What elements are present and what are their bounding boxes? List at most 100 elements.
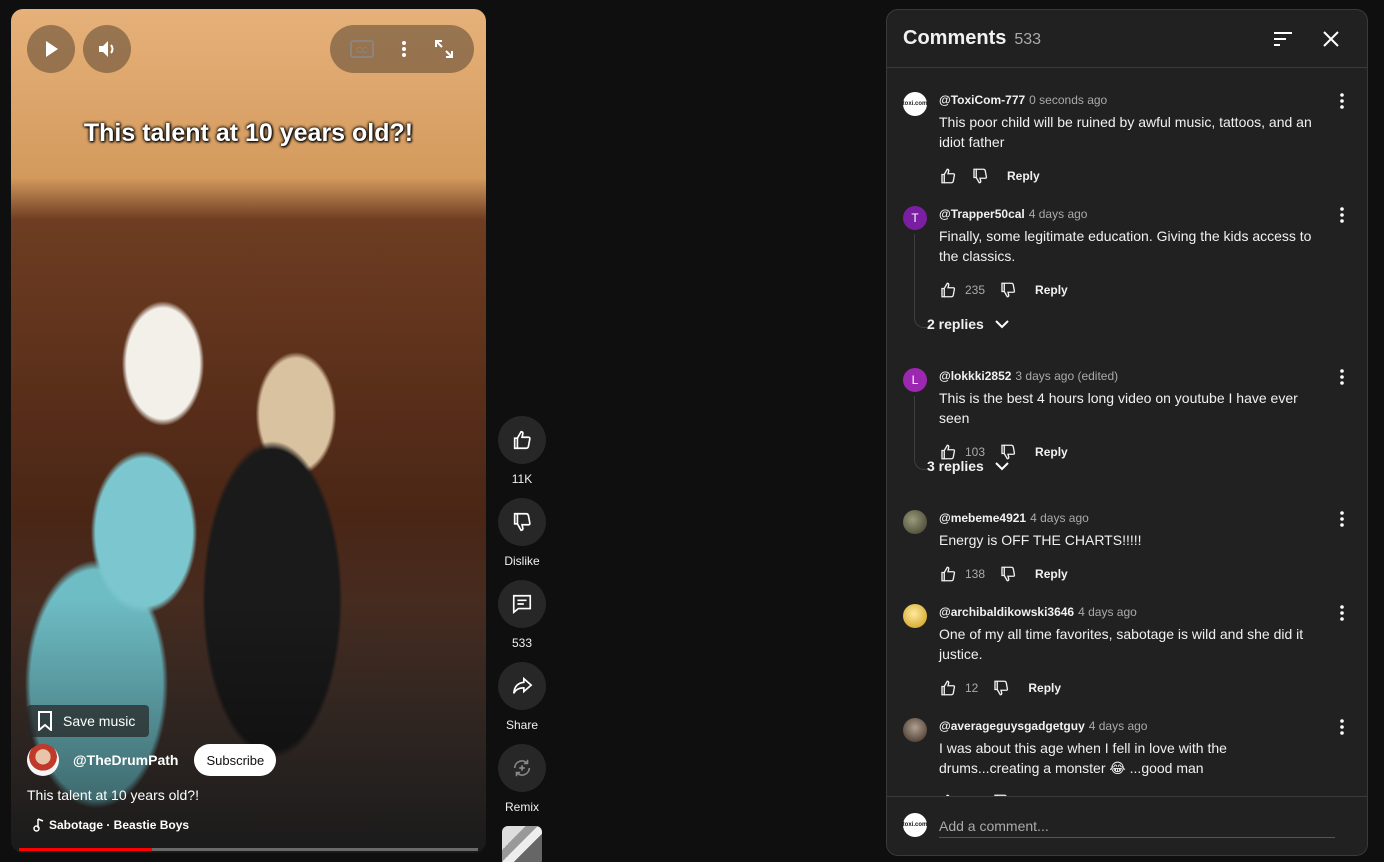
captions-button[interactable]: CC: [349, 40, 374, 58]
bookmark-icon: [38, 711, 52, 731]
comment-actions: Reply: [939, 164, 1321, 188]
comment-reply-button[interactable]: Reply: [1007, 169, 1040, 183]
share-label: Share: [505, 718, 539, 732]
replies-count-label: 3 replies: [927, 458, 984, 474]
comment-more-button[interactable]: [1333, 718, 1351, 736]
thread-line: [914, 234, 928, 328]
comment-author[interactable]: @averageguysgadgetguy: [939, 719, 1085, 733]
comment-like-count: 235: [965, 283, 986, 297]
replies-toggle[interactable]: 2 replies: [927, 316, 1010, 332]
comment-text: Finally, some legitimate education. Givi…: [939, 228, 1312, 264]
comment-reply-button[interactable]: Reply: [1028, 681, 1061, 695]
comment-avatar[interactable]: [903, 510, 927, 534]
chevron-down-icon: [995, 320, 1009, 329]
remix-icon: [513, 759, 531, 777]
comment-more-button[interactable]: [1333, 368, 1351, 386]
comment-avatar[interactable]: T: [903, 206, 927, 230]
dislike-button[interactable]: [498, 498, 546, 546]
comment-time[interactable]: 4 days ago: [1078, 605, 1137, 619]
close-panel-button[interactable]: [1319, 27, 1343, 51]
comments-action: 533: [498, 580, 546, 650]
comment-like-button[interactable]: [939, 281, 957, 299]
music-thumbnail[interactable]: [502, 826, 542, 862]
comment-reply-button[interactable]: Reply: [1035, 445, 1068, 459]
comment-avatar[interactable]: [903, 604, 927, 628]
comment-more-button[interactable]: [1333, 206, 1351, 224]
share-icon: [512, 676, 533, 694]
comment-author[interactable]: @Trapper50cal: [939, 207, 1025, 221]
comment-dislike-button[interactable]: [992, 679, 1010, 697]
more-vertical-icon: [401, 41, 406, 57]
comment-author[interactable]: @lokkki2852: [939, 369, 1011, 383]
add-comment-input[interactable]: [939, 814, 1335, 838]
video-description[interactable]: This talent at 10 years old?!: [27, 787, 199, 803]
comment-author[interactable]: @ToxiCom-777: [939, 93, 1025, 107]
add-comment-bar: toxi.com: [887, 796, 1367, 855]
remix-action: Remix: [498, 744, 546, 814]
comment-body: @averageguysgadgetguy 4 days ago I was ab…: [939, 718, 1321, 798]
comment-like-count: 138: [965, 567, 986, 581]
share-action: Share: [498, 662, 546, 732]
comment-dislike-button[interactable]: [971, 167, 989, 185]
comment-more-button[interactable]: [1333, 604, 1351, 622]
comment-more-button[interactable]: [1333, 510, 1351, 528]
like-count: 11K: [511, 472, 533, 486]
thumbs-up-icon: [941, 680, 956, 696]
comment-meta: @archibaldikowski3646 4 days ago: [939, 604, 1321, 620]
comment-dislike-button[interactable]: [999, 281, 1017, 299]
share-button[interactable]: [498, 662, 546, 710]
comment-meta: @Trapper50cal 4 days ago: [939, 206, 1321, 222]
like-button[interactable]: [498, 416, 546, 464]
comment-like-button[interactable]: [939, 679, 957, 697]
comment-reply-button[interactable]: Reply: [1035, 283, 1068, 297]
channel-avatar[interactable]: [27, 744, 59, 776]
comment-author[interactable]: @mebeme4921: [939, 511, 1026, 525]
comment-dislike-button[interactable]: [999, 565, 1017, 583]
dislike-action: Dislike: [498, 498, 546, 568]
sort-button[interactable]: [1271, 27, 1295, 51]
comments-header: Comments 533: [887, 10, 1367, 68]
comment-body: @lokkki2852 3 days ago (edited) This is t…: [939, 368, 1321, 464]
more-options-button[interactable]: [401, 40, 407, 58]
comment-more-button[interactable]: [1333, 92, 1351, 110]
comment-like-count: 103: [965, 445, 986, 459]
channel-name[interactable]: @TheDrumPath: [73, 752, 178, 768]
comment-text: I was about this age when I fell in love…: [939, 740, 1227, 776]
save-music-button[interactable]: Save music: [27, 705, 150, 737]
music-link[interactable]: Sabotage · Beastie Boys: [33, 818, 189, 832]
comment-like-button[interactable]: [939, 565, 957, 583]
more-vertical-icon: [1340, 369, 1344, 385]
comment-time[interactable]: 0 seconds ago: [1029, 93, 1107, 107]
comment-time[interactable]: 4 days ago: [1089, 719, 1148, 733]
comment-body: @Trapper50cal 4 days ago Finally, some le…: [939, 206, 1321, 302]
play-button[interactable]: [27, 25, 75, 73]
volume-button[interactable]: [83, 25, 131, 73]
comment-body: @ToxiCom-777 0 seconds ago This poor chil…: [939, 92, 1321, 188]
more-vertical-icon: [1340, 605, 1344, 621]
comment-avatar[interactable]: [903, 718, 927, 742]
comment-like-button[interactable]: [939, 167, 957, 185]
subscribe-button[interactable]: Subscribe: [194, 744, 277, 776]
user-avatar[interactable]: toxi.com: [903, 813, 927, 837]
comment-reply-button[interactable]: Reply: [1035, 567, 1068, 581]
comment-author[interactable]: @archibaldikowski3646: [939, 605, 1074, 619]
thread-line: [914, 396, 928, 470]
comments-button[interactable]: [498, 580, 546, 628]
remix-button[interactable]: [498, 744, 546, 792]
comment-text: This poor child will be ruined by awful …: [939, 114, 1312, 150]
comment-time[interactable]: 4 days ago: [1029, 207, 1088, 221]
comment-text: This is the best 4 hours long video on y…: [939, 390, 1298, 426]
svg-text:CC: CC: [356, 46, 368, 55]
comment-time[interactable]: 4 days ago: [1030, 511, 1089, 525]
fullscreen-button[interactable]: [434, 39, 454, 59]
comment-time[interactable]: 3 days ago (edited): [1015, 369, 1118, 383]
comment-meta: @lokkki2852 3 days ago (edited): [939, 368, 1321, 384]
replies-toggle[interactable]: 3 replies: [927, 458, 1010, 474]
thumbs-up-icon: [513, 430, 531, 450]
comment-like-count: 12: [965, 681, 979, 695]
comment-avatar[interactable]: toxi.com: [903, 92, 927, 116]
video-player[interactable]: CC This talent at 10 years old?! Save mu…: [11, 9, 486, 853]
video-progress-bar[interactable]: [19, 848, 478, 851]
comment-avatar[interactable]: L: [903, 368, 927, 392]
thumbs-down-icon: [994, 680, 1009, 696]
